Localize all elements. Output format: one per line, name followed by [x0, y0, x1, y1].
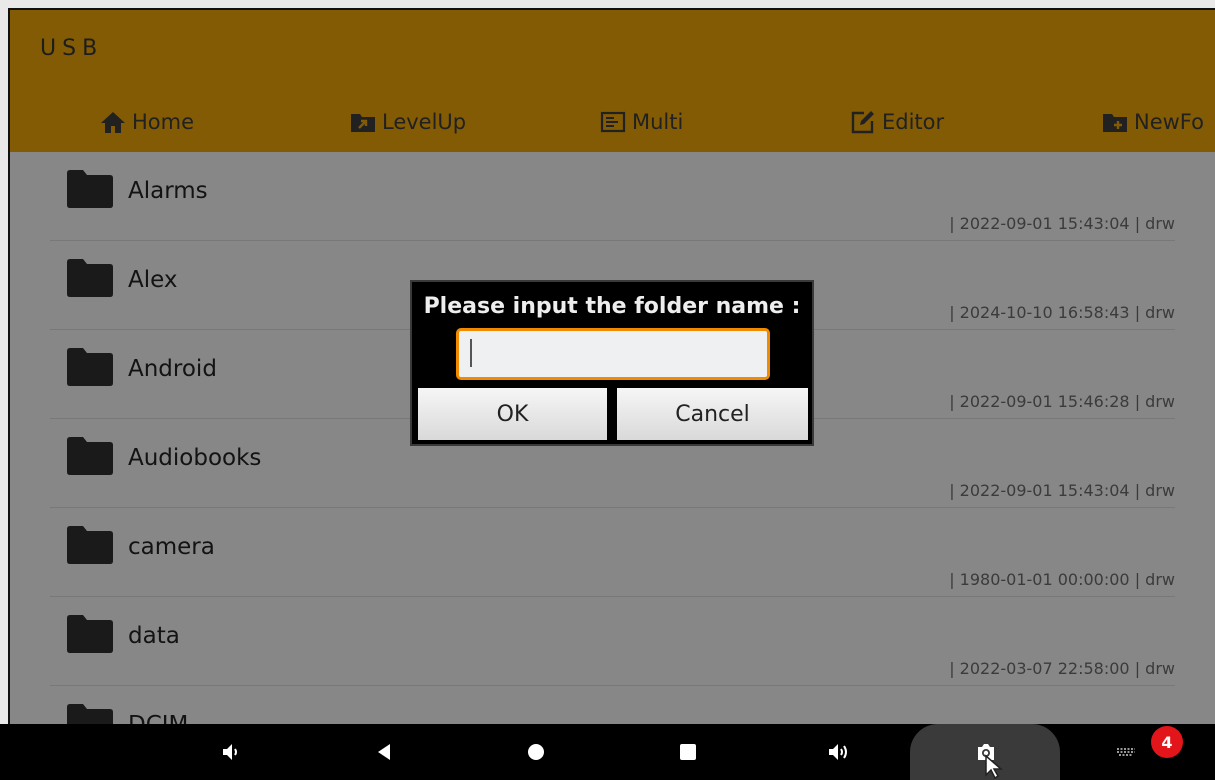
text-caret	[470, 339, 472, 367]
keyboard-icon[interactable]	[1114, 740, 1138, 764]
ok-button[interactable]: OK	[418, 388, 607, 440]
notification-badge: 4	[1151, 726, 1183, 758]
file-manager-app: USB Home LevelUp Multi Editor NewFo Alar…	[8, 8, 1215, 724]
dialog-prompt: Please input the folder name :	[423, 294, 801, 319]
folder-name-input[interactable]	[456, 328, 770, 380]
system-navbar	[0, 724, 1215, 780]
new-folder-dialog: Please input the folder name : OK Cancel	[410, 280, 814, 446]
mouse-cursor-icon	[985, 754, 1004, 780]
cancel-button[interactable]: Cancel	[617, 388, 808, 440]
home-circle-icon[interactable]	[524, 740, 548, 764]
volume-up-icon[interactable]	[826, 740, 850, 764]
recents-icon[interactable]	[676, 740, 700, 764]
volume-down-icon[interactable]	[218, 740, 242, 764]
back-icon[interactable]	[372, 740, 396, 764]
